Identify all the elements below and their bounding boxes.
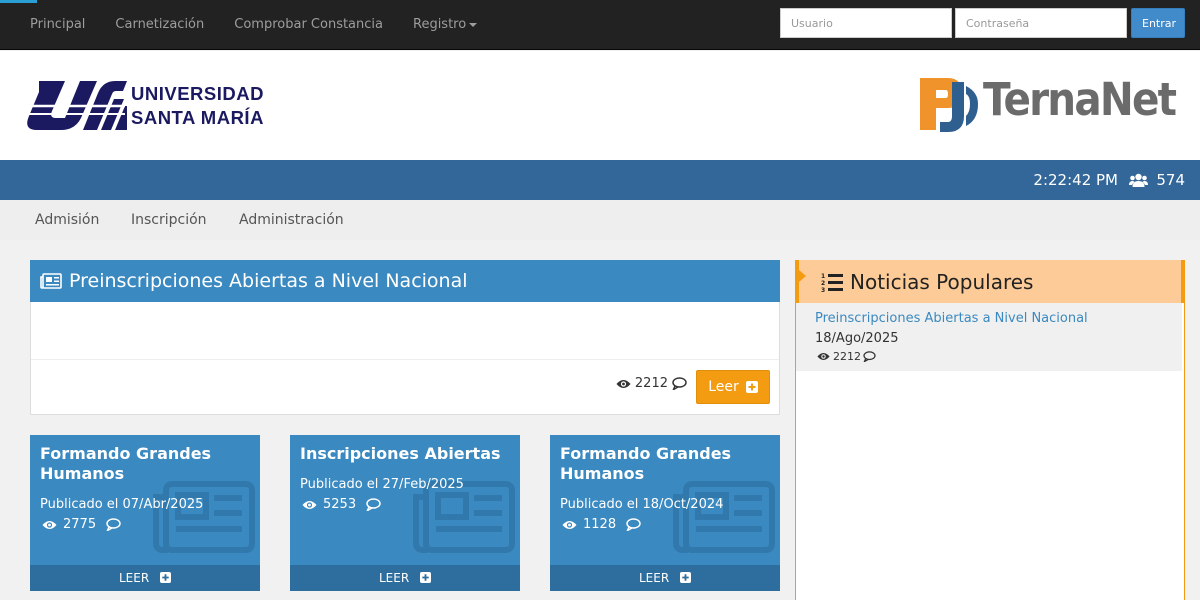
password-input[interactable] <box>955 8 1127 38</box>
online-users-count: 574 <box>1156 171 1185 189</box>
status-bar: 2:22:42 PM 574 <box>0 160 1200 200</box>
comments-icon <box>863 351 876 362</box>
news-card[interactable]: Formando Grandes Humanos Publicado el 07… <box>30 435 260 591</box>
news-card-stats: 1128 <box>562 517 641 532</box>
university-name-line2: SANTA MARÍA <box>131 107 264 128</box>
newspaper-icon <box>40 273 62 289</box>
popular-news-item: Preinscripciones Abiertas a Nivel Nacion… <box>796 303 1182 371</box>
site-header: UNIVERSIDAD SANTA MARÍA TernaNet <box>0 51 1200 160</box>
featured-news-body <box>31 302 779 360</box>
eye-icon <box>616 379 631 388</box>
featured-news-views: 2212 <box>634 376 668 391</box>
nav-comprobar-constancia[interactable]: Comprobar Constancia <box>219 0 398 50</box>
news-card-views: 1128 <box>583 517 617 532</box>
featured-news-title[interactable]: Preinscripciones Abiertas a Nivel Nacion… <box>69 270 468 292</box>
news-card-read-label: LEER <box>118 571 150 585</box>
news-card-read-label: LEER <box>638 571 670 585</box>
svg-text:1: 1 <box>821 273 825 280</box>
plus-square-icon <box>680 572 691 583</box>
featured-news-stats: 2212 <box>612 376 691 391</box>
featured-news-header: Preinscripciones Abiertas a Nivel Nacion… <box>30 260 780 302</box>
news-card[interactable]: Formando Grandes Humanos Publicado el 18… <box>550 435 780 591</box>
news-card-read-button[interactable]: LEER <box>290 565 520 591</box>
usm-logo-icon <box>25 81 127 130</box>
username-input[interactable] <box>780 8 952 38</box>
svg-text:2: 2 <box>821 280 825 287</box>
news-card-date: Publicado el 27/Feb/2025 <box>300 477 464 492</box>
news-card-title[interactable]: Formando Grandes Humanos <box>40 444 252 484</box>
plus-square-icon <box>160 572 171 583</box>
login-form: Entrar <box>780 8 1185 38</box>
online-users: 574 <box>1129 160 1185 200</box>
plus-square-icon <box>420 572 431 583</box>
news-card-date: Publicado el 18/Oct/2024 <box>560 497 724 512</box>
news-card[interactable]: Inscripciones Abiertas Publicado el 27/F… <box>290 435 520 591</box>
caret-down-icon <box>469 22 478 27</box>
header-notch <box>799 270 806 282</box>
comments-icon <box>106 518 121 531</box>
ordered-list-icon: 1 2 3 <box>821 273 843 292</box>
menu-administracion[interactable]: Administración <box>239 200 344 240</box>
read-more-label: Leer <box>708 379 739 395</box>
read-more-button[interactable]: Leer <box>696 370 770 404</box>
newspaper-icon <box>153 481 255 553</box>
newspaper-icon <box>673 481 775 553</box>
login-button[interactable]: Entrar <box>1131 8 1185 38</box>
university-name: UNIVERSIDAD SANTA MARÍA <box>131 82 264 130</box>
popular-news-date: 18/Ago/2025 <box>815 331 899 346</box>
news-card-title[interactable]: Inscripciones Abiertas <box>300 444 512 464</box>
top-navbar: Principal Carnetización Comprobar Consta… <box>0 0 1200 50</box>
university-name-line1: UNIVERSIDAD <box>131 83 264 104</box>
eye-icon <box>42 520 57 529</box>
featured-news-panel: Preinscripciones Abiertas a Nivel Nacion… <box>30 260 780 415</box>
news-card-read-label: LEER <box>378 571 410 585</box>
popular-news-panel: 1 2 3 Noticias Populares Preinscripcione… <box>795 260 1185 600</box>
secondary-menu: Admisión Inscripción Administración <box>0 200 1200 240</box>
comments-icon <box>366 498 381 511</box>
main-nav: Principal Carnetización Comprobar Consta… <box>15 0 492 50</box>
popular-news-stats: 2212 <box>815 350 1163 363</box>
popular-news-views: 2212 <box>833 350 861 363</box>
plus-square-icon <box>745 381 758 393</box>
svg-text:3: 3 <box>821 287 825 292</box>
news-card-title[interactable]: Formando Grandes Humanos <box>560 444 772 484</box>
comments-icon <box>672 377 687 390</box>
news-card-views: 2775 <box>63 517 97 532</box>
news-card-stats: 5253 <box>302 497 381 512</box>
menu-admision[interactable]: Admisión <box>35 200 99 240</box>
nav-carnetizacion[interactable]: Carnetización <box>100 0 219 50</box>
news-card-views: 5253 <box>323 497 357 512</box>
featured-news-footer: 2212 Leer <box>31 360 779 413</box>
menu-inscripcion[interactable]: Inscripción <box>131 200 207 240</box>
eye-icon <box>302 500 317 509</box>
popular-news-header: 1 2 3 Noticias Populares <box>795 260 1185 303</box>
popular-news-title: Noticias Populares <box>850 269 1034 294</box>
comments-icon <box>626 518 641 531</box>
popular-news-link[interactable]: Preinscripciones Abiertas a Nivel Nacion… <box>815 311 1163 326</box>
clock-display: 2:22:42 PM <box>1033 171 1118 189</box>
nav-registro-label: Registro <box>413 17 467 32</box>
ternanet-logo-icon <box>920 78 978 132</box>
nav-registro-dropdown[interactable]: Registro <box>398 0 492 50</box>
ternanet-brand: TernaNet <box>983 73 1177 126</box>
users-icon <box>1129 173 1149 187</box>
eye-icon <box>562 520 577 529</box>
news-card-stats: 2775 <box>42 517 121 532</box>
eye-icon <box>817 353 830 360</box>
news-card-read-button[interactable]: LEER <box>550 565 780 591</box>
news-card-read-button[interactable]: LEER <box>30 565 260 591</box>
news-card-date: Publicado el 07/Abr/2025 <box>40 497 204 512</box>
nav-principal[interactable]: Principal <box>15 0 100 50</box>
